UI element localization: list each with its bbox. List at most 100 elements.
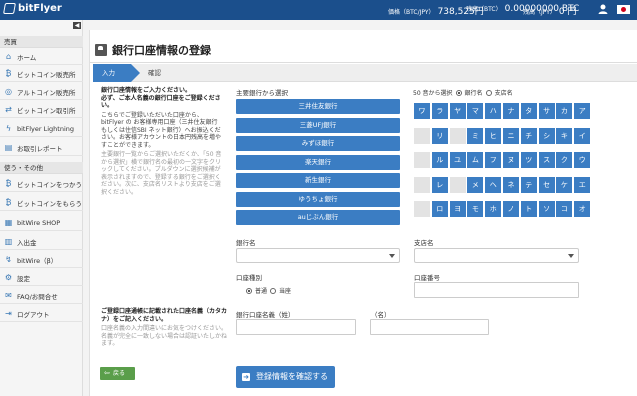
kana-button[interactable]: ナ (503, 103, 519, 119)
sidebar-item-settings[interactable]: ⚙ 設定 (0, 270, 83, 286)
sidebar-item-bitcoin-exchange[interactable]: ⇄ ビットコイン取引所 (0, 102, 83, 118)
sidebar-item-label: FAQ/お問合せ (17, 292, 58, 301)
radio-bank-name[interactable] (455, 89, 462, 96)
lightning-icon: ϟ (5, 124, 12, 133)
kana-button[interactable]: メ (467, 176, 484, 193)
bank-button-yucho[interactable]: ゆうちょ銀行 (236, 192, 400, 207)
chevron-down-icon (389, 254, 395, 258)
holder-last-name-input[interactable] (236, 319, 356, 335)
bank-button-mufg[interactable]: 三菱UFJ銀行 (236, 118, 400, 133)
kana-empty-cell (414, 152, 430, 168)
sidebar-item-report[interactable]: ▤ お取引レポート (0, 140, 83, 156)
bank-icon: ▥ (4, 237, 13, 246)
kana-button[interactable]: フ (485, 152, 502, 168)
sidebar-item-bitwire[interactable]: ↯ bitWire（β） (0, 252, 83, 268)
kana-button[interactable]: チ (520, 127, 537, 144)
kana-button[interactable]: セ (538, 176, 555, 193)
bank-button-shinsei[interactable]: 新生銀行 (236, 173, 400, 188)
kana-button[interactable]: ル (431, 152, 448, 168)
kana-button[interactable]: イ (574, 127, 591, 144)
account-number-input[interactable] (414, 282, 579, 298)
kana-button[interactable]: コ (556, 201, 573, 217)
holder-first-name-input[interactable] (370, 319, 489, 335)
radio-branch-name[interactable] (485, 89, 492, 96)
kana-button[interactable]: ム (467, 152, 484, 168)
kana-button[interactable]: ロ (431, 201, 448, 217)
kana-button[interactable]: ネ (503, 176, 519, 193)
kana-button[interactable]: ニ (503, 127, 519, 144)
kana-button[interactable]: ヌ (503, 152, 519, 168)
kana-button[interactable]: ヤ (449, 103, 466, 119)
jpy-balance-label: 残高（JPY） (523, 9, 556, 16)
kana-button[interactable]: モ (467, 201, 484, 217)
kana-button[interactable]: ウ (574, 152, 591, 168)
account-number-label: 口座番号 (414, 274, 440, 282)
branch-name-select[interactable] (414, 248, 579, 263)
kana-button[interactable]: テ (520, 176, 537, 193)
sidebar-item-get-bitcoin[interactable]: ₿ ビットコインをもらう (0, 195, 83, 211)
sidebar-item-use-bitcoin[interactable]: ₿ ビットコインをつかう (0, 176, 83, 192)
radio-current[interactable] (270, 287, 277, 294)
radio-ordinary[interactable] (246, 287, 252, 294)
sidebar-item-bitwire-shop[interactable]: ▦ bitWire SHOP (0, 215, 83, 231)
bank-button-au-jibun[interactable]: auじぶん銀行 (236, 210, 400, 225)
japan-flag-icon[interactable] (617, 5, 630, 14)
kana-button[interactable]: ヘ (485, 176, 502, 193)
kana-button[interactable]: ト (520, 201, 537, 217)
kana-select-heading: 50 音から選択 銀行名 支店名 (413, 88, 513, 97)
kana-empty-cell (414, 127, 430, 144)
kana-button[interactable]: ヒ (485, 127, 502, 144)
kana-button[interactable]: ワ (414, 103, 430, 119)
arrow-left-icon: ⇦ (104, 369, 110, 377)
kana-button[interactable]: ホ (485, 201, 502, 217)
confirm-button[interactable]: ➜ 登録情報を確認する (236, 366, 335, 388)
kana-button[interactable]: ミ (467, 127, 484, 144)
bank-name-select[interactable] (236, 248, 400, 263)
arrow-right-icon: ➜ (242, 373, 250, 381)
kana-button[interactable]: キ (556, 127, 573, 144)
mail-icon: ✉ (5, 291, 12, 300)
kana-grid: ワラヤマハナタサカアリ ミヒニチシキイルユムフヌツスクウレ メヘネテセケエロヨモホノ… (414, 103, 591, 224)
kana-button[interactable]: エ (574, 176, 591, 193)
kana-button[interactable]: ク (556, 152, 573, 168)
kana-empty-cell (414, 201, 430, 217)
kana-button[interactable]: ツ (520, 152, 537, 168)
sidebar-item-lightning[interactable]: ϟ bitFlyer Lightning (0, 121, 83, 137)
sidebar-item-label: 設定 (17, 274, 30, 283)
kana-button[interactable]: タ (520, 103, 537, 119)
sidebar-item-home[interactable]: ⌂ ホーム (0, 49, 83, 65)
kana-button[interactable]: レ (431, 176, 448, 193)
kana-button[interactable]: ス (538, 152, 555, 168)
bitflyer-logo[interactable]: bitFlyer (3, 3, 62, 14)
kana-button[interactable]: マ (467, 103, 484, 119)
bank-button-mizuho[interactable]: みずほ銀行 (236, 136, 400, 151)
sidebar-item-deposit[interactable]: ▥ 入出金 (0, 234, 83, 250)
kana-button[interactable]: サ (538, 103, 555, 119)
kana-button[interactable]: ヨ (449, 201, 466, 217)
collapse-sidebar-icon[interactable]: ◀ (73, 22, 81, 29)
kana-button[interactable]: ユ (449, 152, 466, 168)
kana-button[interactable]: ソ (538, 201, 555, 217)
bitcoin-icon: ₿ (5, 69, 12, 78)
kana-button[interactable]: カ (556, 103, 573, 119)
kana-button[interactable]: シ (538, 127, 555, 144)
sidebar-item-label: ビットコインをつかう (17, 180, 82, 189)
sidebar-item-logout[interactable]: ⇥ ログアウト (0, 306, 83, 322)
kana-button[interactable]: ハ (485, 103, 502, 119)
kana-button[interactable]: オ (574, 201, 591, 217)
user-icon[interactable] (597, 3, 609, 15)
bank-button-rakuten[interactable]: 楽天銀行 (236, 155, 400, 170)
kana-button[interactable]: ラ (431, 103, 448, 119)
radio-bank-name-label: 銀行名 (464, 90, 483, 97)
back-button[interactable]: ⇦ 戻る (100, 367, 135, 380)
kana-button[interactable]: ア (574, 103, 591, 119)
bank-button-smbc[interactable]: 三井住友銀行 (236, 99, 400, 114)
kana-button[interactable]: リ (431, 127, 448, 144)
sidebar-item-altcoin-shop[interactable]: ◎ アルトコイン販売所 (0, 84, 83, 100)
divider (90, 62, 637, 63)
kana-button[interactable]: ノ (503, 201, 519, 217)
sidebar-item-bitcoin-shop[interactable]: ₿ ビットコイン販売所 (0, 66, 83, 82)
sidebar-item-label: アルトコイン販売所 (17, 88, 76, 97)
sidebar-item-faq[interactable]: ✉ FAQ/お問合せ (0, 288, 83, 304)
kana-button[interactable]: ケ (556, 176, 573, 193)
